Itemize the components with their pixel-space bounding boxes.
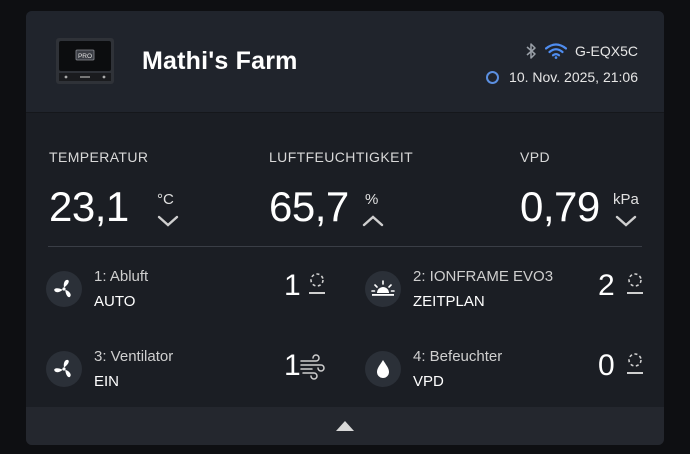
- metric-label: VPD: [520, 149, 550, 165]
- droplet-icon: [365, 351, 401, 387]
- sunrise-icon: [365, 271, 401, 307]
- datetime: 10. Nov. 2025, 21:06: [509, 69, 638, 85]
- metric-vpd[interactable]: VPD 0,79 kPa: [520, 149, 639, 230]
- page-title: Mathi's Farm: [142, 47, 298, 75]
- dashed-ring-icon: [309, 273, 325, 294]
- wifi-icon: [544, 43, 567, 59]
- device-badge: PRO: [78, 53, 92, 60]
- channel-name: 3: Ventilator: [94, 348, 174, 365]
- metric-value: 0,79: [520, 183, 600, 230]
- expand-footer[interactable]: [26, 407, 664, 445]
- channel-mode: AUTO: [94, 293, 136, 310]
- wind-icon: [300, 354, 325, 380]
- channel-name: 1: Abluft: [94, 268, 149, 285]
- fan-icon: [46, 271, 82, 307]
- metric-temperature[interactable]: TEMPERATUR 23,1 °C: [49, 149, 179, 230]
- connection-status: G-EQX5C: [525, 41, 638, 61]
- metric-unit: °C: [157, 191, 174, 208]
- chevron-down-icon: [615, 215, 637, 227]
- bluetooth-icon: [526, 43, 536, 59]
- caret-up-icon[interactable]: [336, 421, 354, 431]
- divider: [48, 246, 642, 247]
- channel-level: 2: [598, 269, 615, 302]
- channel-2[interactable]: 2: IONFRAME EVO3 ZEITPLAN 2: [365, 268, 645, 321]
- channel-3[interactable]: 3: Ventilator EIN 1: [46, 348, 326, 401]
- channel-level: 1: [284, 269, 301, 302]
- dashed-ring-icon: [627, 273, 643, 294]
- metric-humidity[interactable]: LUFTFEUCHTIGKEIT 65,7 %: [269, 149, 414, 230]
- dashed-ring-icon: [627, 353, 643, 374]
- channel-mode: VPD: [413, 373, 444, 390]
- channel-mode: EIN: [94, 373, 120, 390]
- controller-card: PRO Mathi's Farm G-EQX5C 10. Nov. 2025, …: [26, 11, 664, 445]
- metric-value: 65,7: [269, 183, 349, 230]
- status-ring-icon: [486, 70, 500, 84]
- datetime-row: 10. Nov. 2025, 21:06: [486, 67, 638, 87]
- card-header: PRO Mathi's Farm G-EQX5C 10. Nov. 2025, …: [26, 11, 664, 113]
- device-image: PRO: [56, 38, 114, 84]
- metric-unit: %: [365, 191, 379, 208]
- metric-label: LUFTFEUCHTIGKEIT: [269, 149, 414, 165]
- metric-unit: kPa: [613, 191, 639, 208]
- channel-name: 4: Befeuchter: [413, 348, 503, 365]
- chevron-up-icon: [362, 215, 384, 227]
- channel-mode: ZEITPLAN: [413, 293, 485, 310]
- fan-icon: [46, 351, 82, 387]
- channel-4[interactable]: 4: Befeuchter VPD 0: [365, 348, 645, 401]
- network-name: G-EQX5C: [574, 43, 638, 59]
- channel-level: 1: [284, 349, 301, 382]
- metric-label: TEMPERATUR: [49, 149, 149, 165]
- channel-level: 0: [598, 349, 615, 382]
- metric-value: 23,1: [49, 183, 129, 230]
- channel-1[interactable]: 1: Abluft AUTO 1: [46, 268, 326, 321]
- chevron-down-icon: [157, 215, 179, 227]
- header-status: G-EQX5C 10. Nov. 2025, 21:06: [418, 41, 638, 101]
- channel-name: 2: IONFRAME EVO3: [413, 268, 554, 285]
